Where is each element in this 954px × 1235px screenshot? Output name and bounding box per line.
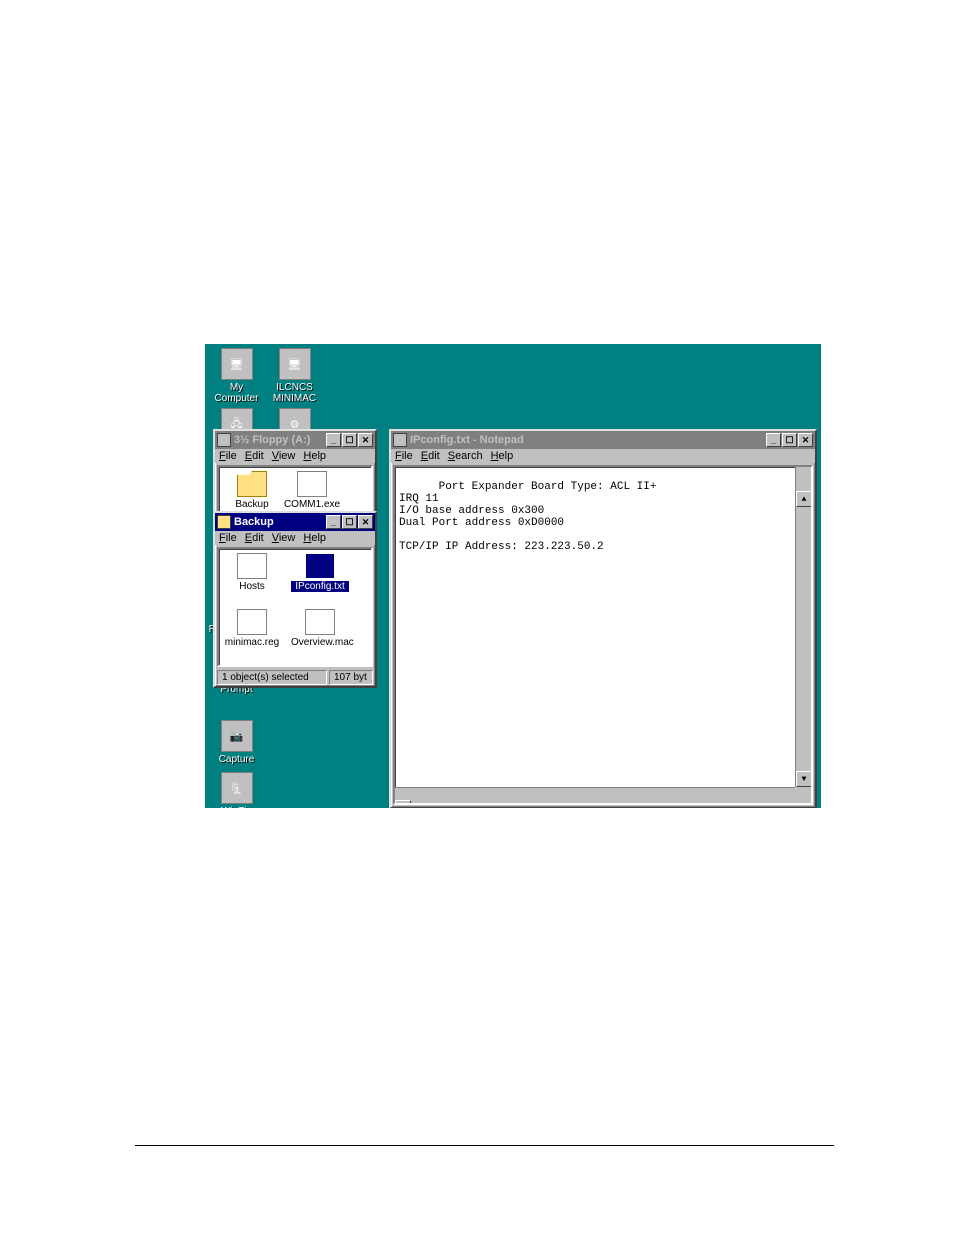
file-label: IPconfig.txt [291,581,349,592]
close-button[interactable]: ✕ [358,515,373,529]
minimize-button[interactable]: _ [766,433,781,447]
reg-icon [237,609,267,635]
minimize-button[interactable]: _ [326,515,341,529]
menu-edit[interactable]: Edit [245,532,264,544]
exe-icon [297,471,327,497]
client-backup: Hosts IPconfig.txt minimac.reg Overview.… [217,547,373,667]
zip-icon: 🗜 [221,772,253,804]
camera-icon: 📷 [221,720,253,752]
file-hosts[interactable]: Hosts [223,553,281,592]
scroll-corner [795,787,811,803]
scrollbar-horizontal[interactable]: ◀ ▶ [395,787,795,803]
menu-help[interactable]: Help [491,450,514,462]
scroll-up-button[interactable]: ▲ [796,491,812,507]
folder-icon [237,471,267,497]
window-title: 3½ Floppy (A:) [234,434,325,446]
desktop-icon-ilcncs[interactable]: 🖥 ILCNCS MINIMAC [267,348,322,404]
window-notepad: IPconfig.txt - Notepad _ ☐ ✕ File Edit S… [389,429,817,808]
close-button[interactable]: ✕ [798,433,813,447]
maximize-button[interactable]: ☐ [342,433,357,447]
menu-file[interactable]: File [219,450,237,462]
menu-help[interactable]: Help [303,450,326,462]
menu-file[interactable]: File [219,532,237,544]
client-notepad[interactable]: Port Expander Board Type: ACL II+ IRQ 11… [393,465,813,805]
file-icon [237,553,267,579]
menu-edit[interactable]: Edit [421,450,440,462]
file-label: COMM1.exe [283,499,341,510]
menu-view[interactable]: View [272,532,296,544]
computer-icon: 🖥 [221,348,253,380]
file-backup-folder[interactable]: Backup [223,471,281,510]
desktop-icon-label: Capture [209,754,264,765]
scroll-down-button[interactable]: ▼ [796,771,812,787]
titlebar-notepad[interactable]: IPconfig.txt - Notepad _ ☐ ✕ [391,431,815,449]
txt-icon [305,553,335,579]
status-selection: 1 object(s) selected [217,670,327,685]
file-icon [305,609,335,635]
maximize-button[interactable]: ☐ [782,433,797,447]
file-label: Hosts [223,581,281,592]
file-label: Backup [223,499,281,510]
close-button[interactable]: ✕ [358,433,373,447]
desktop-icon-label: My Computer [209,382,264,404]
floppy-icon [217,433,231,447]
window-backup: Backup _ ☐ ✕ File Edit View Help Hosts I… [213,511,377,688]
minimize-button[interactable]: _ [326,433,341,447]
menu-edit[interactable]: Edit [245,450,264,462]
menubar-floppy: File Edit View Help [215,449,375,463]
page-footer-rule [135,1145,834,1146]
window-title: Backup [234,516,325,528]
notepad-text[interactable]: Port Expander Board Type: ACL II+ IRQ 11… [399,481,656,553]
desktop: 🖥 My Computer 🖥 ILCNCS MINIMAC 🖧 ⚙ Re Pr… [205,344,821,808]
menu-help[interactable]: Help [303,532,326,544]
menubar-notepad: File Edit Search Help [391,449,815,463]
statusbar-backup: 1 object(s) selected 107 byt [215,669,375,686]
desktop-icon-capture[interactable]: 📷 Capture [209,720,264,765]
titlebar-floppy[interactable]: 3½ Floppy (A:) _ ☐ ✕ [215,431,375,449]
menu-file[interactable]: File [395,450,413,462]
notepad-icon [393,433,407,447]
menubar-backup: File Edit View Help [215,531,375,545]
file-minimac-reg[interactable]: minimac.reg [223,609,281,648]
file-overview-mac[interactable]: Overview.mac [291,609,349,648]
scroll-left-button[interactable]: ◀ [395,800,411,805]
maximize-button[interactable]: ☐ [342,515,357,529]
desktop-icon-label: ILCNCS MINIMAC [267,382,322,404]
desktop-icon-winzip[interactable]: 🗜 WinZip [209,772,264,808]
menu-view[interactable]: View [272,450,296,462]
desktop-icon-my-computer[interactable]: 🖥 My Computer [209,348,264,404]
file-label: Overview.mac [291,637,349,648]
file-label: minimac.reg [223,637,281,648]
titlebar-backup[interactable]: Backup _ ☐ ✕ [215,513,375,531]
app-icon: 🖥 [279,348,311,380]
scrollbar-vertical[interactable]: ▲ ▼ [795,467,811,787]
desktop-icon-label: WinZip [209,806,264,808]
window-title: IPconfig.txt - Notepad [410,434,765,446]
file-comm1-exe[interactable]: COMM1.exe [283,471,341,510]
file-ipconfig-txt[interactable]: IPconfig.txt [291,553,349,592]
status-size: 107 byt [329,670,373,685]
folder-icon [217,515,231,529]
menu-search[interactable]: Search [448,450,483,462]
